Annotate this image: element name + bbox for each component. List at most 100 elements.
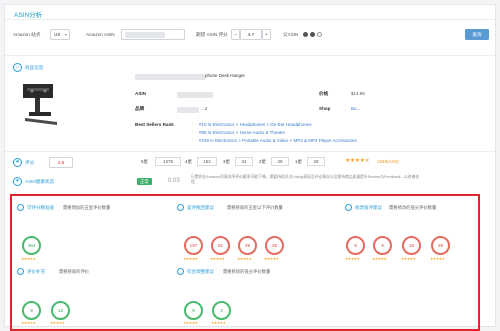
- card-3-ring-4: 26: [431, 236, 450, 255]
- card-1-ring-1-stars: ★★★★★: [21, 257, 36, 261]
- price-field-label: 价格: [319, 91, 329, 96]
- highlight-box: [10, 194, 480, 331]
- card-5-ring-1-stars: ★★★★★: [183, 321, 198, 325]
- five-star-label: 5星: [141, 159, 149, 164]
- rating-stars: ★★★★★: [345, 158, 370, 164]
- health-note: 日累积在Amazon列表排序评价概率可能下降。需要持续关注Listing表现及评…: [191, 175, 420, 184]
- asin-field-value: [177, 92, 213, 98]
- brand-field-label: 品牌: [135, 106, 145, 111]
- card-3-ring-1-stars: ★★★★★: [345, 257, 360, 261]
- two-star-count: 29: [271, 157, 289, 166]
- card-4-desc: 需要移除的评价: [59, 269, 90, 274]
- site-select-value: US: [54, 32, 61, 37]
- card-5-ring-1: 9: [184, 301, 203, 320]
- header-bar: ASIN分析: [5, 5, 495, 20]
- four-star-label: 4星: [185, 159, 193, 164]
- asin-field-label: ASIN: [135, 91, 146, 96]
- query-button[interactable]: 查询: [465, 29, 489, 40]
- rank-link-3[interactable]: #249 in Electronics > Portable Audio & V…: [199, 138, 357, 143]
- brand-field-value: ...2: [201, 106, 208, 111]
- asin-input-value: [125, 32, 165, 38]
- card-4-ring-1-stars: ★★★★★: [21, 321, 36, 325]
- radio-option-3[interactable]: [317, 32, 322, 37]
- chevron-down-icon: ▾: [64, 32, 67, 37]
- card-2-icon: [177, 204, 184, 211]
- card-3-ring-2-stars: ★★★★★: [372, 257, 387, 261]
- rank-link-2[interactable]: #58 in Electronics > Home Audio & Theate…: [199, 130, 285, 135]
- card-2-desc: 需要移除的五星以下评价数量: [227, 205, 283, 210]
- asin-input[interactable]: [121, 29, 185, 40]
- card-5-icon: [177, 268, 184, 275]
- site-select[interactable]: US ▾: [50, 29, 70, 40]
- two-star-label: 2星: [259, 159, 267, 164]
- card-1-title: 可评分精准值: [27, 205, 54, 210]
- card-2-ring-3: 29: [238, 236, 257, 255]
- rating-section-badge: 4.6: [49, 157, 73, 168]
- card-2-ring-1: 197: [184, 236, 203, 255]
- card-3-ring-3-stars: ★★★★★: [401, 257, 416, 261]
- rating-section-label: 评分: [25, 160, 35, 165]
- four-star-count: 152: [197, 157, 217, 166]
- brand-field-redacted: [177, 107, 199, 113]
- radio-option-2[interactable]: [310, 32, 315, 37]
- card-3-ring-1: 9: [346, 236, 365, 255]
- page-title: ASIN分析: [14, 12, 43, 19]
- card-4-ring-1: 9: [22, 301, 41, 320]
- rank-link-1[interactable]: #10 in Electronics > Headphones > On-Ear…: [199, 122, 312, 127]
- card-4-ring-2: 12: [51, 301, 70, 320]
- card-5-title: 综合调整建议: [187, 269, 214, 274]
- card-2-title: 差评挽回建议: [187, 205, 214, 210]
- card-5-desc: 需要移除的低分评价数量: [223, 269, 271, 274]
- product-info-label: 商品信息: [25, 65, 44, 70]
- product-image: [17, 80, 63, 130]
- asin-label: Amazon ASIN: [86, 32, 115, 37]
- product-title: phone Desk Hanger: [205, 73, 246, 78]
- radio-option-1[interactable]: [303, 32, 308, 37]
- rating-input[interactable]: 4.7: [240, 29, 262, 40]
- one-star-count: 28: [307, 157, 325, 166]
- card-2-ring-4-stars: ★★★★★: [264, 257, 279, 261]
- rating-input-value: 4.7: [247, 32, 255, 37]
- rating-summary: 1848(4.63): [377, 159, 399, 164]
- filter-row: Amazon 站点 US ▾ Amazon ASIN 期望 ASIN 评分 − …: [13, 29, 491, 41]
- product-info-icon: ⌂: [13, 63, 22, 72]
- card-3-ring-2: 9: [373, 236, 392, 255]
- card-1-desc: 需要增加的五星评价数量: [63, 205, 111, 210]
- health-status-badge: 正常: [137, 178, 152, 185]
- card-3-desc: 需要修改的低分评价数量: [389, 205, 437, 210]
- rating-decrease-button[interactable]: −: [231, 29, 240, 40]
- product-title-redacted: [135, 74, 205, 80]
- best-sellers-label: Best Sellers Rank: [135, 122, 174, 127]
- price-field-value: $14.99: [351, 91, 365, 96]
- card-4-icon: [17, 268, 24, 275]
- rating-label: 期望 ASIN 评分: [196, 32, 228, 37]
- card-1-icon: [17, 204, 24, 211]
- card-2-ring-3-stars: ★★★★★: [237, 257, 252, 261]
- card-3-ring-3: 16: [402, 236, 421, 255]
- rating-increase-button[interactable]: +: [262, 29, 271, 40]
- rating-section-icon: ★: [13, 158, 22, 167]
- card-5-ring-2-stars: ★★★★★: [211, 321, 226, 325]
- card-2-ring-2: 81: [211, 236, 230, 255]
- three-star-label: 3星: [223, 159, 231, 164]
- card-2-ring-4: 26: [265, 236, 284, 255]
- site-label: Amazon 站点: [13, 32, 41, 37]
- health-score: 0.03: [168, 178, 180, 184]
- card-1-ring-1: 464: [22, 236, 41, 255]
- card-3-ring-4-stars: ★★★★★: [430, 257, 445, 261]
- shop-field-value[interactable]: Bu...: [351, 106, 360, 111]
- card-2-ring-2-stars: ★★★★★: [210, 257, 225, 261]
- card-4-ring-2-stars: ★★★★★: [50, 321, 65, 325]
- card-2-ring-1-stars: ★★★★★: [183, 257, 198, 261]
- divider: [5, 151, 495, 152]
- five-star-count: 1375: [155, 157, 181, 166]
- divider: [5, 55, 495, 56]
- card-5-ring-2: 3: [212, 301, 231, 320]
- rating-breakdown: 5星 1375 4星 152 3星 34 2星 29 1星 28: [135, 157, 345, 166]
- headphone-hanger-icon: [23, 84, 57, 125]
- shop-field-label: Shop: [319, 106, 331, 111]
- health-section-icon: ♥: [13, 177, 22, 186]
- asin-analysis-panel: ASIN分析 Amazon 站点 US ▾ Amazon ASIN 期望 ASI…: [4, 4, 496, 331]
- health-section-label: ASIN健康状态: [25, 179, 55, 184]
- three-star-count: 34: [235, 157, 253, 166]
